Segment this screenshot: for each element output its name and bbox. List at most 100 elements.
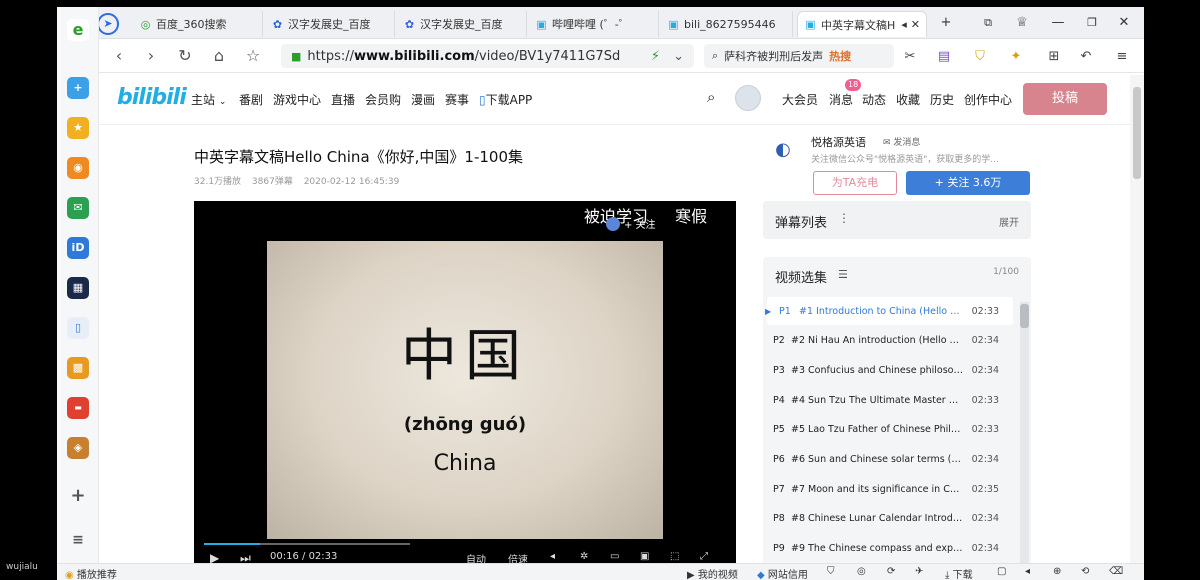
video-player[interactable]: 中国 (zhōng guó) China 被迫学习 寒假 + 关注 ▶ ⏭ 00… (194, 201, 736, 567)
nav-game-center[interactable]: 游戏中心 (273, 91, 321, 108)
uploader-avatar[interactable]: ◐ (767, 134, 799, 166)
puzzle-app-icon[interactable]: ◈ (67, 437, 89, 459)
window-close-icon[interactable]: ✕ (1113, 13, 1135, 33)
download-link[interactable]: ⤓ 下载 (945, 566, 973, 580)
shield-status-icon[interactable]: ⛉ (827, 566, 835, 577)
navigation-compass-icon[interactable]: ➤ (97, 13, 119, 35)
nav-main[interactable]: 主站 ⌄ (191, 91, 226, 108)
recommend-link[interactable]: ◉ 播放推荐 (65, 566, 117, 580)
tab-3[interactable]: ▣ 哔哩哔哩 (゜-゜ (529, 11, 659, 37)
search-box[interactable]: ⌕ 萨科齐被判刑后发声 热搜 (704, 44, 894, 68)
browser-logo-icon[interactable]: e (67, 19, 89, 41)
send-message-link[interactable]: ✉ 发消息 (883, 135, 920, 148)
volume-status-icon[interactable]: ◂ (1025, 566, 1030, 577)
speaker-icon[interactable]: ◂ (901, 18, 907, 31)
reload-icon[interactable]: ↻ (175, 46, 195, 66)
more-vertical-icon[interactable]: ⋮ (838, 211, 850, 225)
pip-icon[interactable]: ▭ (610, 551, 619, 562)
close-icon[interactable]: ✕ (911, 18, 920, 31)
danmaku-list-panel[interactable]: 弹幕列表 ⋮ 展开 (763, 201, 1031, 239)
nav-messages[interactable]: 消息 (829, 91, 853, 108)
episode-item[interactable]: P6 #6 Sun and Chinese solar terms (Hell..… (767, 446, 1013, 474)
nav-bangumi[interactable]: 番剧 (239, 91, 263, 108)
globe-icon[interactable]: ◎ (857, 566, 866, 577)
chevron-down-icon[interactable]: ⌄ (673, 49, 684, 64)
tab-5-active[interactable]: ▣ 中英字幕文稿H ◂ ✕ (797, 11, 927, 37)
overlay-follow-button[interactable]: + 关注 (606, 216, 656, 231)
undo-icon[interactable]: ↶ (1075, 47, 1097, 67)
episode-item[interactable]: P4 #4 Sun Tzu The Ultimate Master of W...… (767, 386, 1013, 414)
tab-0[interactable]: ◎ 百度_360搜索 (133, 11, 263, 37)
zoom-icon[interactable]: ⊕ (1053, 566, 1061, 577)
nav-vip[interactable]: 大会员 (782, 91, 818, 108)
shop-app-icon[interactable]: ▬ (67, 397, 89, 419)
avatar[interactable] (735, 85, 761, 111)
bookmark-star-icon[interactable]: ☆ (243, 46, 263, 66)
episode-scrollbar[interactable] (1020, 302, 1029, 564)
nav-history[interactable]: 历史 (930, 91, 954, 108)
expand-button[interactable]: 展开 (999, 214, 1019, 229)
nav-dynamic[interactable]: 动态 (862, 91, 886, 108)
back-icon[interactable]: ‹ (109, 46, 129, 66)
fullscreen-icon[interactable]: ⤢ (700, 551, 708, 562)
uploader-name[interactable]: 悦格源英语 (811, 134, 866, 150)
tab-2[interactable]: ✿ 汉字发展史_百度 (397, 11, 527, 37)
episode-item[interactable]: P5 #5 Lao Tzu Father of Chinese Philoso..… (767, 416, 1013, 444)
tab-1[interactable]: ✿ 汉字发展史_百度 (265, 11, 395, 37)
volume-icon[interactable]: ◂ (550, 551, 555, 562)
sidebar-menu-icon[interactable]: ≡ (67, 529, 89, 551)
apps-grid-icon[interactable]: ⊞ (1043, 47, 1065, 67)
extension-icon[interactable]: ▤ (933, 47, 955, 67)
menu-icon[interactable]: ≡ (1111, 47, 1133, 67)
plus-app-icon[interactable]: + (67, 77, 89, 99)
episode-item[interactable]: P3 #3 Confucius and Chinese philosophy...… (767, 356, 1013, 384)
news-app-icon[interactable]: ▦ (67, 277, 89, 299)
tab-list-icon[interactable]: ⧉ (977, 13, 999, 33)
web-fullscreen-icon[interactable]: ⬚ (670, 551, 679, 562)
restore-icon[interactable]: ❐ (1081, 13, 1103, 33)
trash-icon[interactable]: ⌫ (1109, 566, 1123, 577)
episode-item[interactable]: P7 #7 Moon and its significance in Chine.… (767, 475, 1013, 503)
shield-icon[interactable]: ⛉ (969, 47, 991, 67)
list-icon[interactable]: ☰ (838, 268, 848, 281)
star-app-icon[interactable]: ★ (67, 117, 89, 139)
upload-button[interactable]: 投稿 (1023, 83, 1107, 115)
home-icon[interactable]: ⌂ (209, 46, 229, 66)
nav-manga[interactable]: 漫画 (411, 91, 435, 108)
episode-item[interactable]: P8 #8 Chinese Lunar Calendar Introducti..… (767, 505, 1013, 533)
tab-4[interactable]: ▣ bili_8627595446 (661, 11, 793, 37)
episode-item[interactable]: P2 #2 Ni Hau An introduction (Hello China… (767, 327, 1013, 355)
search-icon[interactable]: ⌕ (707, 88, 715, 106)
episode-scroll-thumb[interactable] (1020, 304, 1029, 328)
nav-esports[interactable]: 赛事 (445, 91, 469, 108)
speed-icon[interactable]: ✈ (915, 566, 923, 577)
nav-creator-center[interactable]: 创作中心 (964, 91, 1012, 108)
my-videos-link[interactable]: ▶ 我的视频 (687, 566, 738, 580)
forward-icon[interactable]: › (141, 46, 161, 66)
settings-icon[interactable]: ✲ (580, 551, 588, 562)
minimize-icon[interactable]: — (1047, 13, 1069, 33)
widescreen-icon[interactable]: ▣ (640, 551, 649, 562)
doc-app-icon[interactable]: ▯ (67, 317, 89, 339)
nav-favorites[interactable]: 收藏 (896, 91, 920, 108)
episode-item-active[interactable]: ▶ P1 #1 Introduction to China (Hello Chi..… (765, 297, 1013, 325)
screenshot-icon[interactable]: ▢ (997, 566, 1006, 577)
follow-button[interactable]: + 关注 3.6万 (906, 171, 1030, 195)
refresh-status-icon[interactable]: ⟳ (887, 566, 895, 577)
new-tab-icon[interactable]: + (935, 13, 957, 33)
charge-button[interactable]: 为TA充电 (813, 171, 897, 195)
game-icon[interactable]: ✦ (1005, 47, 1027, 67)
bilibili-logo[interactable]: bilibili (117, 85, 187, 110)
skin-icon[interactable]: ♕ (1011, 13, 1033, 33)
mail-icon[interactable]: ✉ (67, 197, 89, 219)
nav-mall[interactable]: 会员购 (365, 91, 401, 108)
add-app-icon[interactable]: + (67, 485, 89, 507)
url-field[interactable]: ■ https://www.bilibili.com/video/BV1y741… (281, 44, 694, 68)
episode-item[interactable]: P9 #9 The Chinese compass and explore... 0… (767, 535, 1013, 563)
scissors-icon[interactable]: ✂ (899, 47, 921, 67)
weibo-icon[interactable]: ◉ (67, 157, 89, 179)
site-credit-link[interactable]: ◆ 网站信用 (757, 566, 808, 580)
game-app-icon[interactable]: ▩ (67, 357, 89, 379)
history-icon[interactable]: ⟲ (1081, 566, 1089, 577)
lightning-icon[interactable]: ⚡ (651, 49, 660, 64)
